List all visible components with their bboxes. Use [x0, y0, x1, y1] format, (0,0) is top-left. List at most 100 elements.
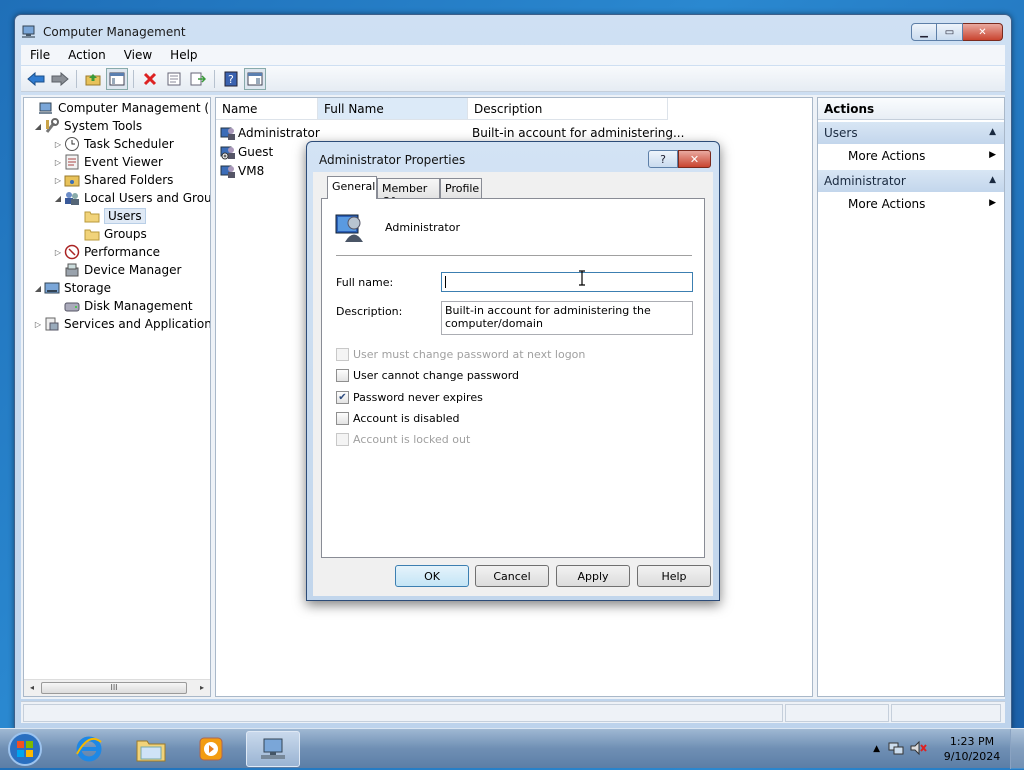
expand-triangle-icon[interactable]: ▷	[52, 176, 64, 185]
action-more-actions-users[interactable]: More Actions ▶	[818, 144, 1004, 168]
user-icon	[220, 163, 236, 179]
checkbox-box[interactable]	[336, 347, 349, 361]
apply-button[interactable]: Apply	[556, 565, 630, 587]
checkbox-box-checked[interactable]: ✔	[336, 390, 349, 404]
maximize-button[interactable]: ▭	[937, 23, 963, 41]
tree-item-shared-folders[interactable]: ▷ Shared Folders	[52, 171, 173, 189]
tree-item-computer-management[interactable]: Computer Management (Local	[26, 99, 210, 117]
export-list-button[interactable]	[187, 68, 209, 90]
checkbox-password-never-expires[interactable]: ✔ Password never expires	[336, 389, 483, 405]
network-icon[interactable]	[888, 740, 904, 759]
tree-item-users[interactable]: Users	[84, 207, 146, 225]
list-item-guest[interactable]: Guest	[220, 142, 273, 161]
collapse-up-icon[interactable]: ▲	[989, 175, 996, 185]
collapse-triangle-icon[interactable]: ◢	[52, 194, 64, 203]
column-header-description[interactable]: Description	[468, 98, 668, 120]
list-item-administrator[interactable]: Administrator	[220, 123, 320, 142]
taskbar-computer-management[interactable]	[246, 731, 300, 767]
menu-file[interactable]: File	[21, 48, 59, 62]
tree-item-performance[interactable]: ▷ Performance	[52, 243, 160, 261]
horizontal-scrollbar[interactable]: ◂ III ▸	[24, 679, 210, 696]
collapse-triangle-icon[interactable]: ◢	[32, 122, 44, 131]
minimize-button[interactable]: ▁	[911, 23, 937, 41]
tree-item-label: Disk Management	[84, 299, 193, 313]
checkbox-must-change-password[interactable]: User must change password at next logon	[336, 346, 585, 362]
column-header-full-name[interactable]: Full Name ⌃	[318, 98, 468, 120]
taskbar-internet-explorer[interactable]	[62, 731, 116, 767]
tree-item-local-users-and-groups[interactable]: ◢ Local Users and Groups	[52, 189, 210, 207]
tree-item-disk-management[interactable]: Disk Management	[64, 297, 193, 315]
checkbox-label: User must change password at next logon	[353, 347, 586, 361]
start-button[interactable]	[6, 731, 44, 767]
show-hide-action-pane-button[interactable]	[244, 67, 266, 90]
actions-group-administrator[interactable]: Administrator ▲	[818, 170, 1004, 192]
tree-item-event-viewer[interactable]: ▷ Event Viewer	[52, 153, 163, 171]
show-hide-console-tree-button[interactable]	[106, 67, 128, 90]
expand-triangle-icon[interactable]: ▷	[52, 158, 64, 167]
help-button[interactable]: ?	[220, 68, 242, 90]
volume-muted-icon[interactable]	[910, 740, 928, 759]
tree-item-task-scheduler[interactable]: ▷ Task Scheduler	[52, 135, 174, 153]
back-button[interactable]	[25, 68, 47, 90]
collapse-up-icon[interactable]: ▲	[989, 127, 996, 137]
tree-item-device-manager[interactable]: Device Manager	[64, 261, 181, 279]
actions-group-users[interactable]: Users ▲	[818, 122, 1004, 144]
action-label: More Actions	[848, 197, 926, 211]
collapse-triangle-icon[interactable]: ◢	[32, 284, 44, 293]
help-button[interactable]: Help	[637, 565, 711, 587]
console-tree: Computer Management (Local ◢ System Tool…	[23, 97, 211, 697]
dialog-close-button[interactable]: ✕	[678, 150, 711, 168]
tree-item-system-tools[interactable]: ◢ System Tools	[32, 117, 142, 135]
expand-triangle-icon[interactable]: ▷	[52, 248, 64, 257]
full-name-field[interactable]	[441, 272, 693, 292]
action-more-actions-administrator[interactable]: More Actions ▶	[818, 192, 1004, 216]
help-icon: ?	[224, 71, 238, 86]
tree-item-storage[interactable]: ◢ Storage	[32, 279, 111, 297]
taskbar-media-player[interactable]	[184, 731, 238, 767]
checkbox-box[interactable]	[336, 411, 349, 425]
scroll-thumb[interactable]: III	[41, 682, 187, 694]
expand-triangle-icon[interactable]: ▷	[52, 140, 64, 149]
tree-item-groups[interactable]: Groups	[84, 225, 147, 243]
checkbox-account-locked-out[interactable]: Account is locked out	[336, 431, 470, 447]
menu-action[interactable]: Action	[59, 48, 115, 62]
up-one-level-button[interactable]	[82, 68, 104, 90]
close-icon: ✕	[689, 152, 700, 166]
description-field[interactable]: Built-in account for administering the c…	[441, 301, 693, 335]
tree-item-label: Task Scheduler	[84, 137, 174, 151]
tab-member-of[interactable]: Member Of	[377, 178, 440, 208]
close-button[interactable]: ✕	[963, 23, 1003, 41]
scroll-left-icon[interactable]: ◂	[25, 682, 39, 694]
taskbar-windows-explorer[interactable]	[124, 731, 178, 767]
event-viewer-icon	[64, 154, 80, 170]
forward-button[interactable]	[49, 68, 71, 90]
disabled-user-icon	[220, 144, 236, 160]
tab-profile[interactable]: Profile	[440, 178, 482, 198]
checkbox-box[interactable]	[336, 368, 349, 382]
menu-help[interactable]: Help	[161, 48, 206, 62]
list-item-vm8[interactable]: VM8	[220, 161, 264, 180]
scroll-right-icon[interactable]: ▸	[195, 682, 209, 694]
column-header-name[interactable]: Name	[216, 98, 318, 120]
toolbar-separator	[133, 69, 134, 88]
computer-management-icon	[21, 23, 37, 42]
dialog-help-button[interactable]: ?	[648, 150, 678, 168]
tree-item-services-and-applications[interactable]: ▷ Services and Applications	[32, 315, 210, 333]
title-bar[interactable]: Computer Management	[21, 21, 186, 43]
checkbox-account-disabled[interactable]: Account is disabled	[336, 410, 460, 426]
show-hidden-icons-icon[interactable]: ▲	[873, 744, 880, 754]
show-desktop-button[interactable]	[1010, 729, 1024, 769]
media-player-icon	[199, 737, 223, 761]
delete-button[interactable]	[139, 68, 161, 90]
menu-view[interactable]: View	[115, 48, 161, 62]
tree-item-label: Performance	[84, 245, 161, 259]
properties-button[interactable]	[163, 68, 185, 90]
clock[interactable]: 1:23 PM 9/10/2024	[934, 734, 1010, 764]
tab-general[interactable]: General	[327, 176, 377, 199]
cancel-button[interactable]: Cancel	[475, 565, 549, 587]
checkbox-cannot-change-password[interactable]: User cannot change password	[336, 367, 519, 383]
expand-triangle-icon[interactable]: ▷	[32, 320, 44, 329]
ok-button[interactable]: OK	[395, 565, 469, 587]
checkbox-box[interactable]	[336, 432, 349, 446]
actions-pane: Actions Users ▲ More Actions ▶ Administr…	[817, 97, 1005, 697]
